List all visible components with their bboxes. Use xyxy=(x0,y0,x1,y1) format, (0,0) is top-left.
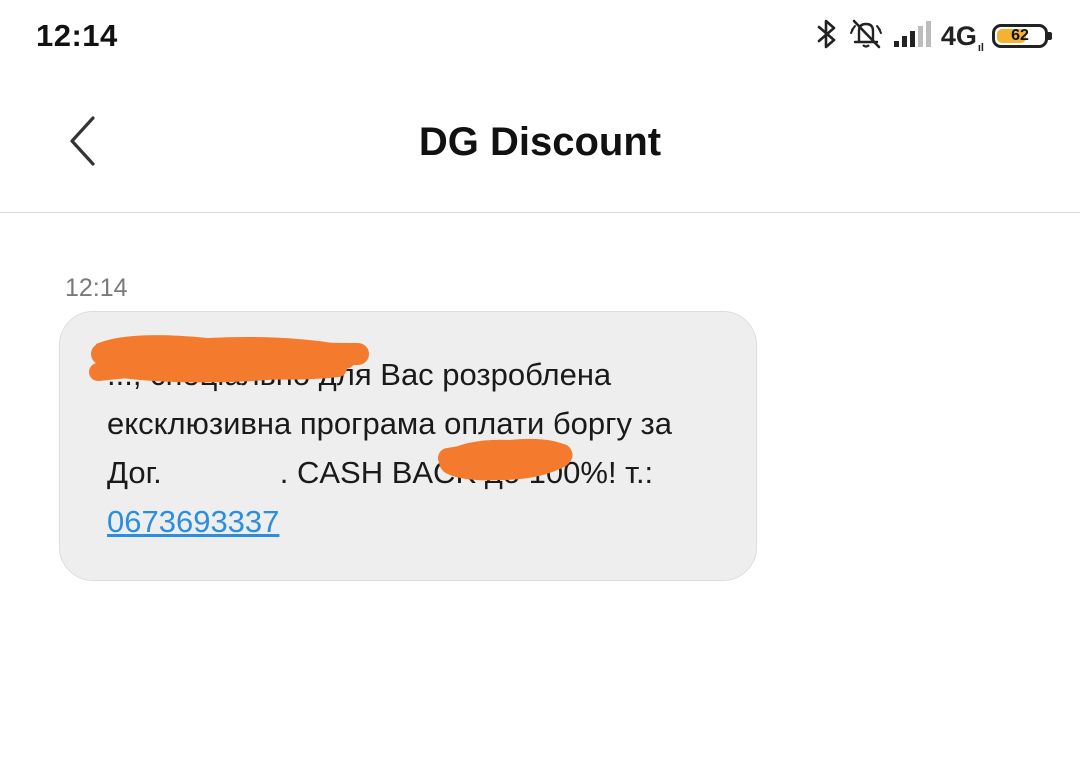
phone-number-link[interactable]: 0673693337 xyxy=(107,504,279,539)
vibrate-off-icon xyxy=(849,18,883,55)
battery-level: 62 xyxy=(1011,27,1029,44)
network-activity-indicator: ıl xyxy=(977,41,984,54)
message-bubble[interactable]: ..., спеціально для Вас розроблена екскл… xyxy=(59,311,757,581)
status-time: 12:14 xyxy=(36,18,118,53)
message-text: ..., спеціально для Вас розроблена екскл… xyxy=(107,350,727,546)
message-timestamp: 12:14 xyxy=(65,274,128,302)
battery-tip xyxy=(1048,32,1052,40)
network-type-text: 4G xyxy=(940,20,977,51)
status-bar: 12:14 4Gıl 62 xyxy=(0,0,1080,72)
signal-strength-icon xyxy=(893,20,931,53)
contact-name: DG Discount xyxy=(418,120,662,164)
conversation-header: DG Discount xyxy=(0,72,1080,213)
battery-icon: 62 xyxy=(992,24,1052,48)
message-text-part: . CASH BACK до 100%! т.: xyxy=(279,455,654,490)
network-type-label: 4Gıl xyxy=(940,20,984,54)
status-icons: 4Gıl 62 xyxy=(805,16,1052,56)
bluetooth-icon xyxy=(815,19,839,54)
